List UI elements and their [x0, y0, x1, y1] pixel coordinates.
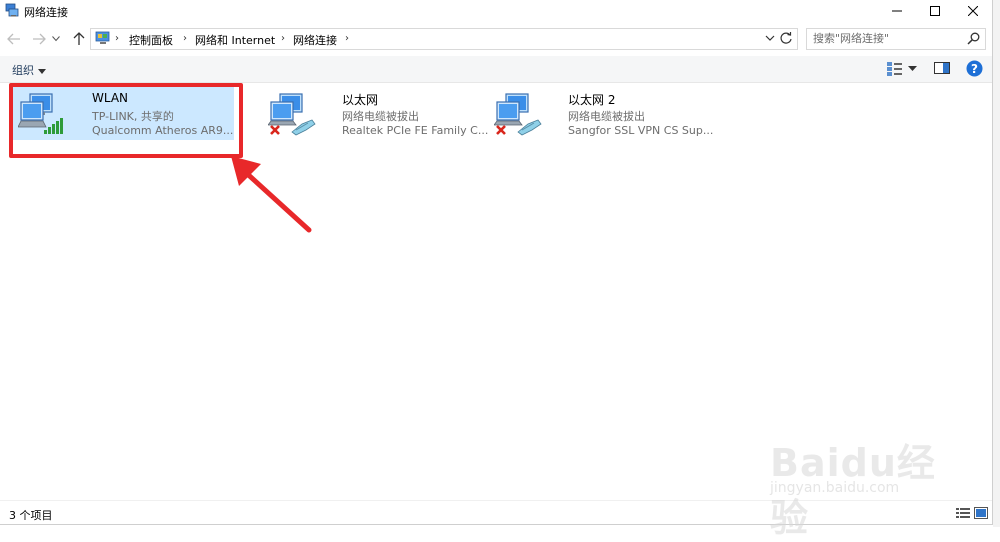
- large-icons-view-icon[interactable]: [974, 507, 988, 519]
- annotation-highlight-box: [9, 83, 243, 158]
- maximize-button[interactable]: [916, 0, 954, 22]
- breadcrumb-control-panel[interactable]: 控制面板: [129, 32, 173, 48]
- organize-button[interactable]: 组织: [12, 62, 46, 78]
- connection-device: Realtek PCIe FE Family C...: [342, 124, 489, 137]
- search-icon[interactable]: [967, 32, 980, 45]
- svg-text:?: ?: [971, 62, 978, 76]
- connection-status: 网络电缆被拔出: [342, 110, 419, 123]
- disconnected-x-icon: [496, 125, 506, 135]
- title-bar: 网络连接: [0, 0, 992, 22]
- connection-item-ethernet[interactable]: 以太网 网络电缆被拔出 Realtek PCIe FE Family C...: [262, 86, 488, 140]
- close-button[interactable]: [954, 0, 992, 22]
- forward-button[interactable]: [29, 30, 49, 48]
- search-input[interactable]: [813, 31, 963, 46]
- minimize-icon: [892, 10, 902, 12]
- breadcrumb-network-internet[interactable]: 网络和 Internet: [195, 32, 275, 48]
- connection-device: Sangfor SSL VPN CS Sup...: [568, 124, 714, 137]
- change-view-icon[interactable]: [886, 61, 904, 77]
- ethernet-network-icon: [494, 93, 542, 136]
- refresh-icon[interactable]: [779, 31, 793, 45]
- breadcrumb-separator: ›: [115, 33, 119, 44]
- help-icon[interactable]: ?: [966, 60, 983, 77]
- window-title: 网络连接: [24, 6, 68, 19]
- control-panel-icon: [95, 31, 110, 44]
- breadcrumb-separator[interactable]: ›: [183, 33, 187, 44]
- back-button[interactable]: [4, 30, 24, 48]
- organize-label: 组织: [12, 64, 34, 77]
- chevron-down-icon: [52, 36, 60, 42]
- arrow-right-icon: [33, 33, 46, 45]
- up-button[interactable]: [69, 30, 89, 48]
- view-options-dropdown-icon[interactable]: [908, 66, 917, 72]
- watermark-url: jingyan.baidu.com: [770, 480, 900, 496]
- maximize-icon: [930, 6, 940, 16]
- arrow-up-icon: [73, 32, 85, 45]
- baidu-watermark: Baidu经验 jingyan.baidu.com: [770, 420, 970, 540]
- breadcrumb-separator[interactable]: ›: [345, 33, 349, 44]
- arrow-left-icon: [7, 33, 20, 45]
- caret-down-icon: [38, 68, 46, 74]
- connection-name: 以太网 2: [568, 93, 616, 107]
- address-dropdown-icon[interactable]: [765, 32, 775, 44]
- recent-locations-button[interactable]: [49, 30, 63, 48]
- breadcrumb-network-connections[interactable]: 网络连接: [293, 32, 337, 48]
- search-box[interactable]: [806, 28, 986, 50]
- close-icon: [968, 6, 978, 16]
- command-bar: 组织 ?: [0, 56, 992, 83]
- connection-item-ethernet-2[interactable]: 以太网 2 网络电缆被拔出 Sangfor SSL VPN CS Sup...: [488, 86, 714, 140]
- ethernet-network-icon: [268, 93, 316, 136]
- breadcrumb-separator[interactable]: ›: [281, 33, 285, 44]
- preview-pane-icon[interactable]: [934, 61, 950, 75]
- minimize-button[interactable]: [878, 0, 916, 22]
- item-count: 3 个项目: [9, 509, 53, 522]
- disconnected-x-icon: [270, 125, 280, 135]
- connection-status: 网络电缆被拔出: [568, 110, 645, 123]
- address-bar[interactable]: › 控制面板 › 网络和 Internet › 网络连接 ›: [90, 28, 798, 50]
- connection-name: 以太网: [342, 93, 379, 107]
- network-folder-icon: [5, 3, 19, 17]
- annotation-arrow-icon: [231, 156, 312, 233]
- background-window-edge: [993, 0, 1000, 527]
